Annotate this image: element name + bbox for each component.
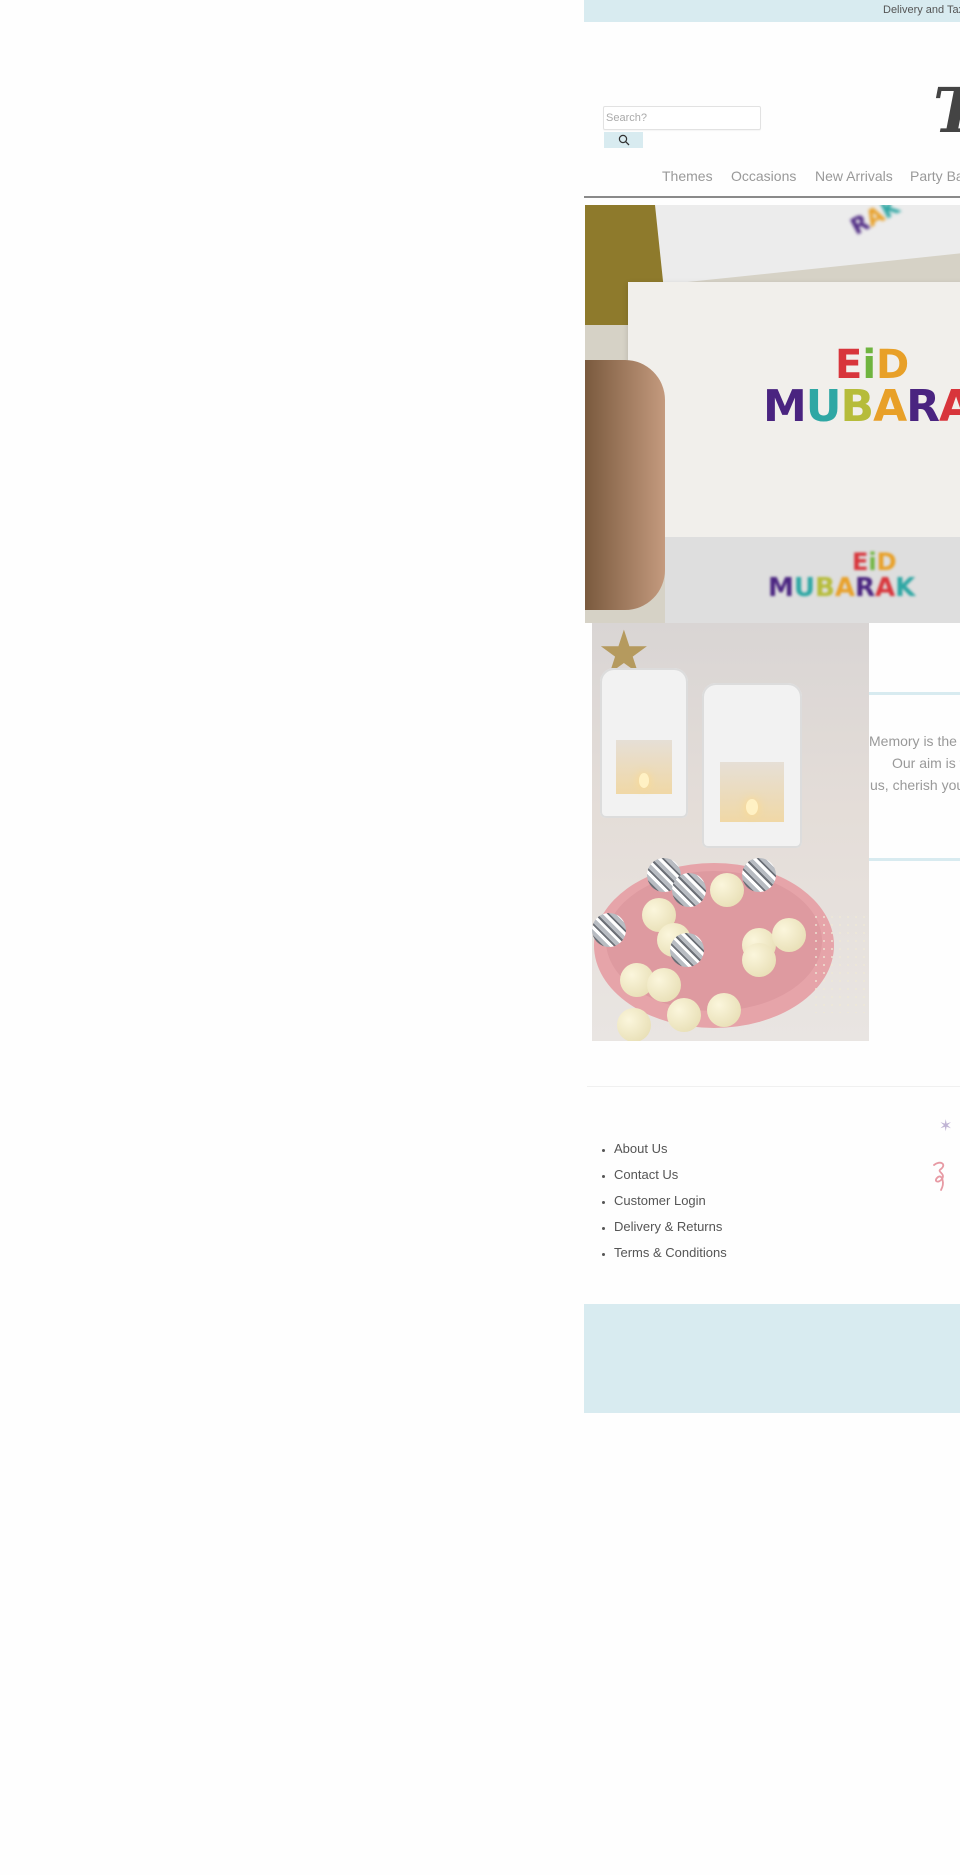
disco-ball [592,913,626,947]
search-input[interactable] [603,106,761,130]
footer-link-item: About Us [614,1136,727,1162]
hero-card-line1: EiD [835,342,910,388]
quote-line: us, cherish your [870,777,960,793]
hero-card-line2: MUBARAK [763,381,960,432]
search-icon [618,134,629,146]
announcement-bar: Delivery and Tax [584,0,960,22]
lantern-left [600,668,688,818]
site-logo[interactable]: T [933,80,960,142]
footer-link-item: Customer Login [614,1188,727,1214]
quote-rule-bottom [869,858,960,861]
quote-rule-top [869,692,960,695]
hero-blur-line2: MUBARAK [768,573,916,603]
lantern-right [702,683,802,848]
hero-hand [585,360,665,610]
footer-link-delivery[interactable]: Delivery & Returns [614,1219,722,1234]
disco-ball [742,858,776,892]
search-button[interactable] [604,132,643,148]
nav-item-occasions[interactable]: Occasions [731,168,796,184]
disco-ball [672,873,706,907]
footer-link-item: Contact Us [614,1162,727,1188]
swirl-icon [933,1161,945,1191]
feature-image[interactable]: ★ [592,623,869,1041]
footer-link-item: Terms & Conditions [614,1240,727,1266]
nav-item-themes[interactable]: Themes [662,168,713,184]
dried-flowers [812,913,869,1013]
disco-ball [670,933,704,967]
footer-link-login[interactable]: Customer Login [614,1193,706,1208]
nav-divider [584,196,960,198]
page-viewport: Delivery and Tax T Themes Occasions New … [584,0,960,1875]
quote-line: Our aim is t [892,755,960,771]
nav-item-party-bags[interactable]: Party Ba [910,168,960,184]
star-icon: ✶ [939,1118,953,1135]
footer-link-contact[interactable]: Contact Us [614,1167,678,1182]
announcement-text: Delivery and Tax [883,4,960,16]
footer-divider [587,1086,960,1087]
quote-line: Memory is the c [869,733,960,749]
footer-link-item: Delivery & Returns [614,1214,727,1240]
hero-envelope-back [655,205,960,285]
footer-link-about[interactable]: About Us [614,1141,667,1156]
footer-band [584,1304,960,1413]
hero-blur-line1: EiD [852,548,897,576]
footer-links: About Us Contact Us Customer Login Deliv… [598,1136,727,1266]
hero-image[interactable]: RAK EiD MUBARAK EiD MUBARAK [585,205,960,623]
nav-item-new-arrivals[interactable]: New Arrivals [815,168,893,184]
footer-link-terms[interactable]: Terms & Conditions [614,1245,727,1260]
